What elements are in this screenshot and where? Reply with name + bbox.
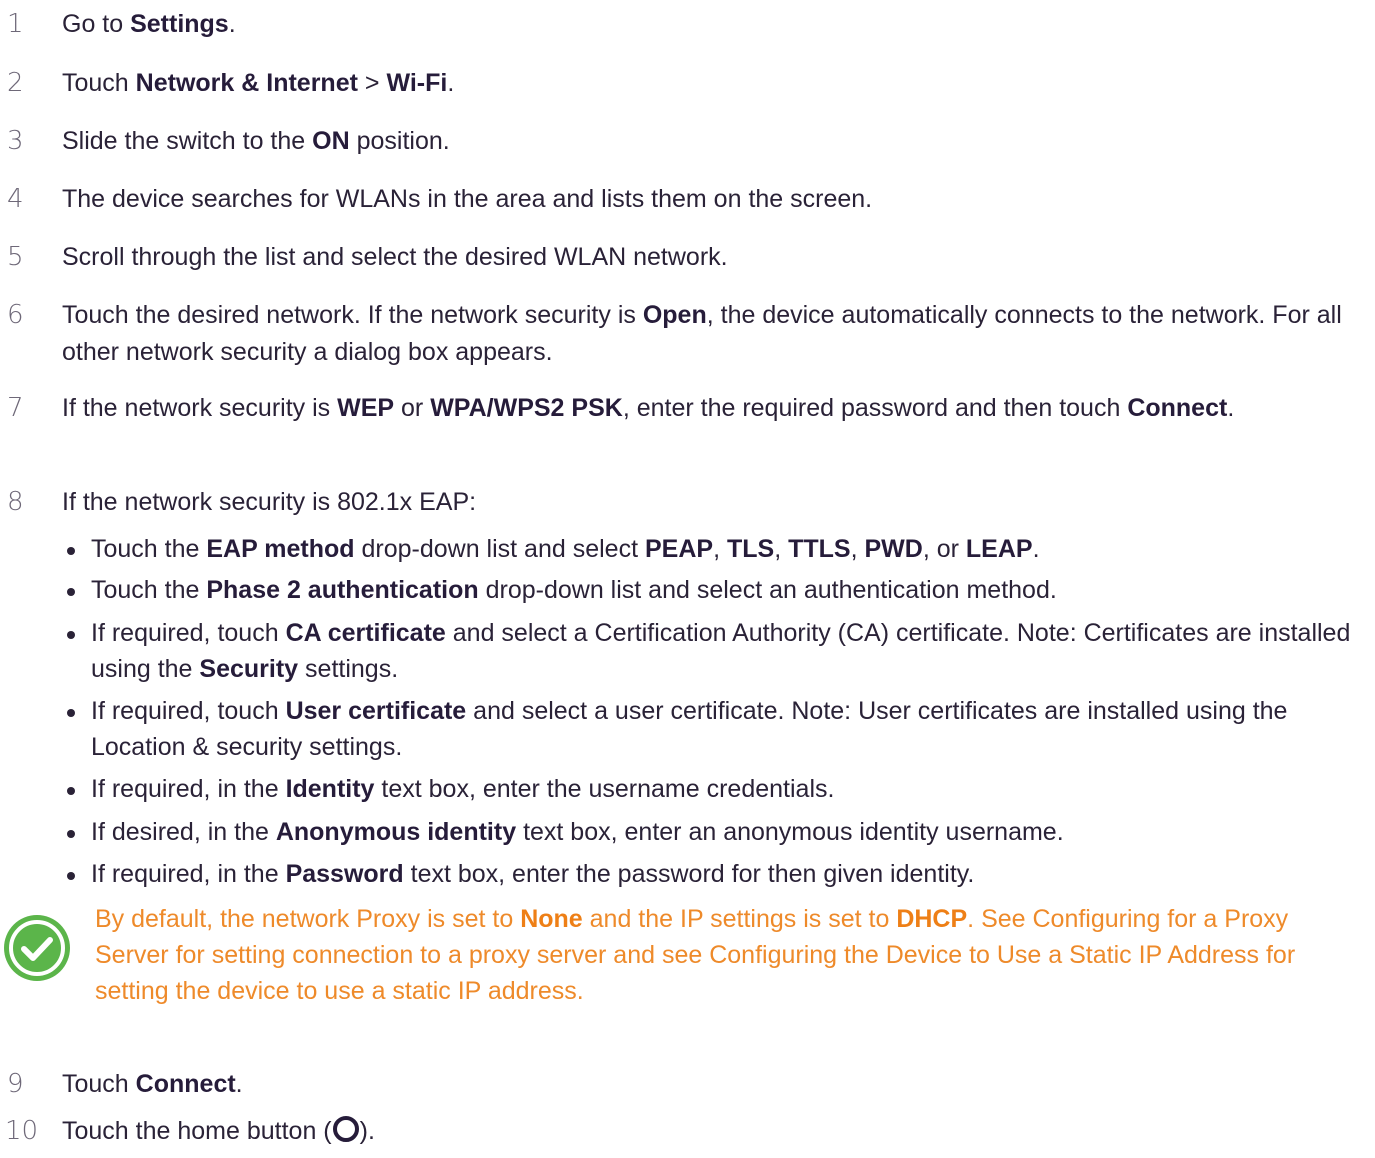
step-text: Touch Connect. — [62, 1070, 243, 1098]
ui-term: Network & Internet — [135, 69, 358, 97]
ui-term: Anonymous identity — [275, 818, 517, 846]
ui-term: Security — [199, 655, 299, 683]
step-text: Touch the desired network. If the networ… — [62, 301, 1342, 366]
step-number: 3 — [7, 126, 24, 156]
step-text: Scroll through the list and select the d… — [62, 243, 728, 271]
ui-term: EAP method — [206, 535, 355, 563]
ui-term: Settings — [130, 10, 229, 38]
step-number: 7 — [7, 393, 24, 423]
step-number: 2 — [7, 68, 24, 98]
bullet-dot — [67, 547, 75, 555]
step-text: The device searches for WLANs in the are… — [62, 185, 873, 213]
ui-term: Password — [285, 860, 404, 888]
ui-term: LEAP — [965, 535, 1033, 563]
ui-term: Open — [642, 301, 707, 329]
ui-term: WEP — [337, 394, 395, 422]
step-text: Go to Settings. — [62, 10, 236, 38]
ui-term: Wi-Fi — [386, 69, 448, 97]
note-term: None — [520, 905, 583, 933]
ui-term: User certificate — [285, 697, 467, 725]
bullet-dot — [67, 709, 75, 717]
ui-term: Connect — [1127, 394, 1228, 422]
step-text: If the network security is WEP or WPA/WP… — [62, 394, 1235, 422]
ui-term: TLS — [726, 535, 775, 563]
bullet-dot — [67, 787, 75, 795]
step-number: 8 — [7, 487, 24, 517]
bullet-dot — [67, 588, 75, 596]
step-number: 9 — [7, 1069, 24, 1099]
home-button-icon — [332, 1116, 359, 1142]
step-number: 5 — [7, 242, 24, 272]
ui-term: Connect — [135, 1070, 236, 1098]
step-number: 4 — [7, 184, 24, 214]
ui-term: TTLS — [788, 535, 851, 563]
note-text: By default, the network Proxy is set to … — [95, 905, 1296, 1005]
bullet-dot — [67, 872, 75, 880]
step-text: Touch Network & Internet > Wi-Fi. — [62, 69, 455, 97]
ui-term: Phase 2 authentication — [206, 576, 479, 604]
check-circle-icon — [2, 913, 72, 983]
step-text: Touch the home button (). — [62, 1116, 375, 1145]
ui-term: PEAP — [644, 535, 714, 563]
step-number: 10 — [5, 1116, 39, 1146]
ui-term: ON — [312, 127, 350, 155]
step-number: 6 — [7, 300, 24, 330]
ui-term: WPA/WPS2 PSK — [430, 394, 623, 422]
step-text: If the network security is 802.1x EAP: — [62, 488, 477, 516]
ui-term: PWD — [864, 535, 923, 563]
step-text: Slide the switch to the ON position. — [62, 127, 450, 155]
ui-term: Identity — [285, 775, 375, 803]
step-number: 1 — [7, 9, 24, 39]
ui-term: CA certificate — [285, 619, 446, 647]
note-term: DHCP — [896, 905, 968, 933]
note-callout: By default, the network Proxy is set to … — [0, 901, 1375, 1021]
bullet-dot — [67, 830, 75, 838]
bullet-dot — [67, 631, 75, 639]
